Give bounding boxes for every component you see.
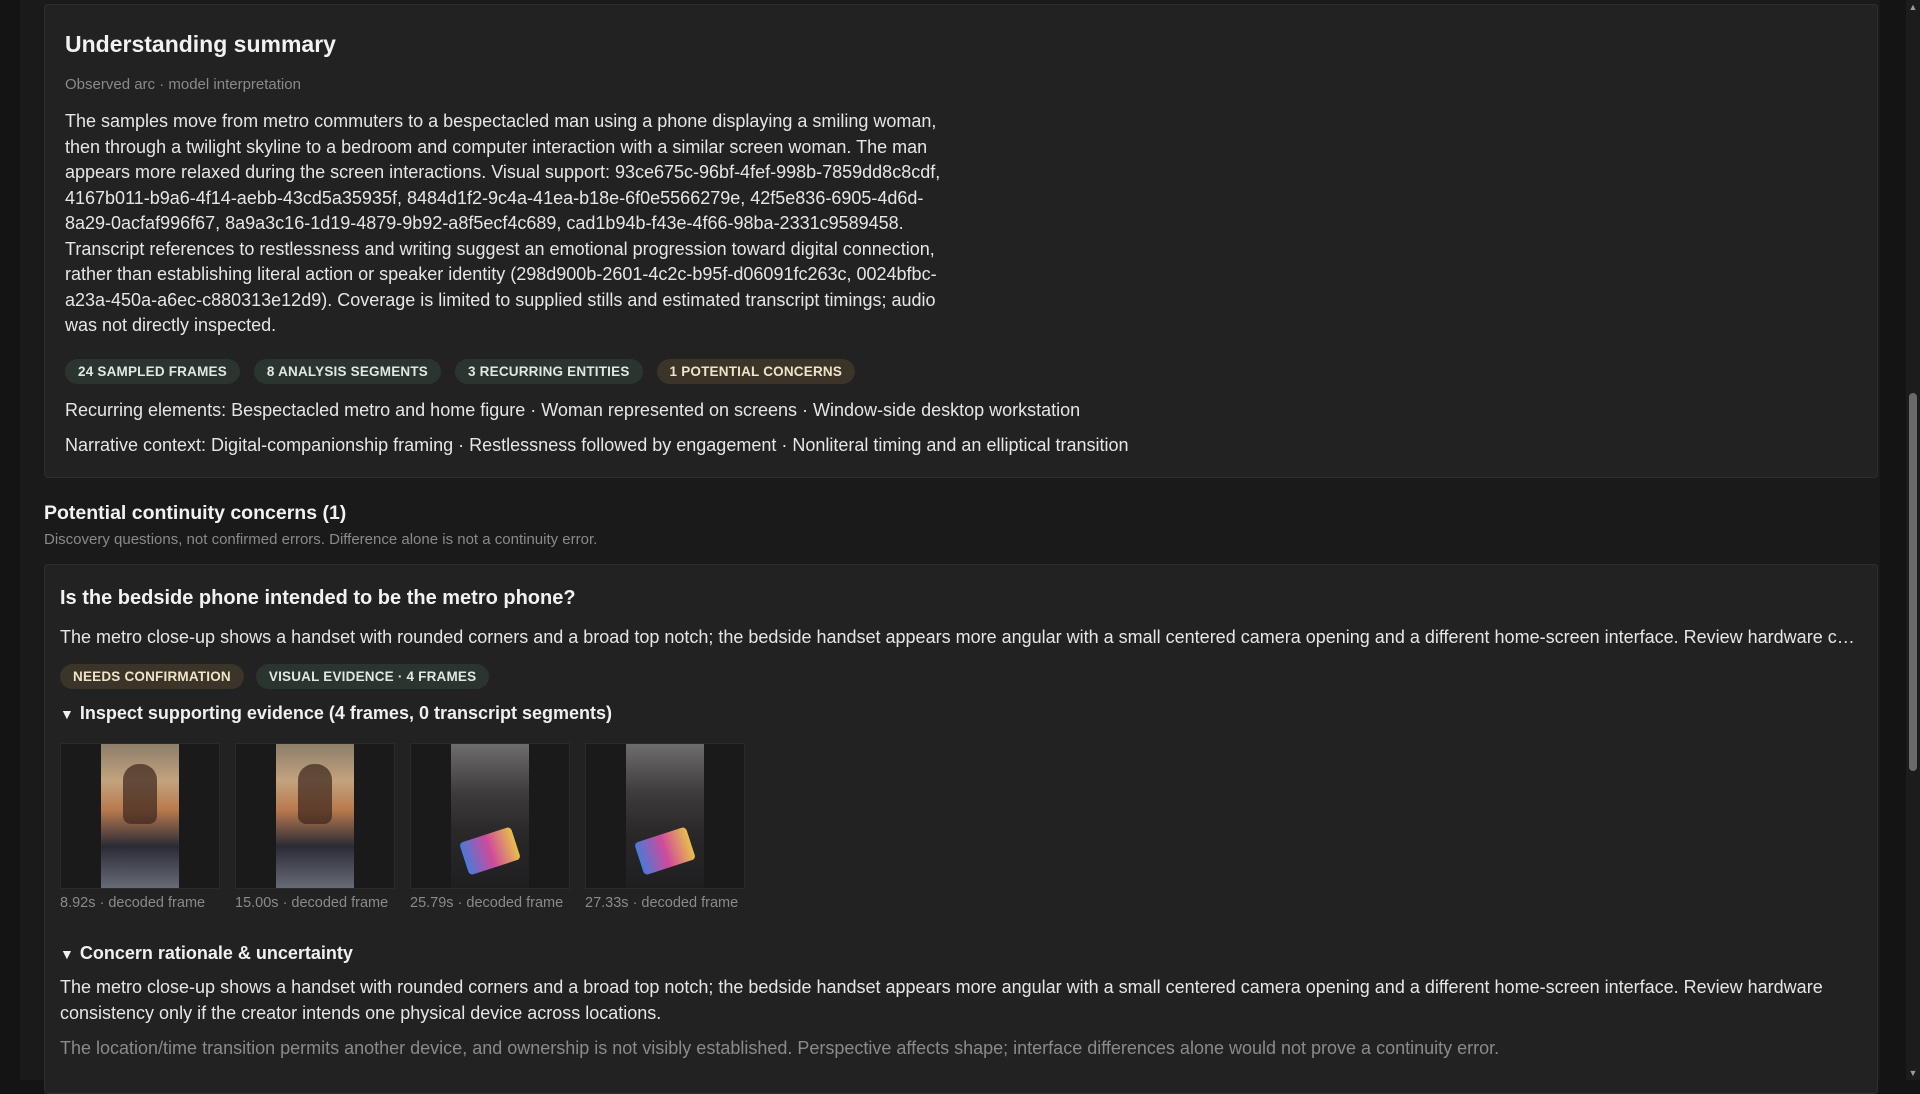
frame-timestamp: 27.33s · decoded frame — [585, 895, 739, 911]
concern-rationale: The metro close-up shows a handset with … — [60, 977, 1823, 1023]
vertical-scrollbar[interactable]: ▲ ▼ — [1906, 0, 1920, 1080]
summary-subtitle: Observed arc · model interpretation — [65, 76, 301, 93]
evidence-frame[interactable]: 15.00s · decoded frame — [235, 743, 395, 911]
concern-question: Is the bedside phone intended to be the … — [60, 587, 576, 609]
summary-title: Understanding summary — [65, 31, 336, 57]
sampled-frames-badge: 24 SAMPLED FRAMES — [65, 358, 240, 384]
recurring-entities-badge: 3 RECURRING ENTITIES — [455, 358, 643, 384]
expanded-triangle-icon: ▼ — [60, 945, 74, 962]
concern-uncertainty: The location/time transition permits ano… — [60, 1038, 1500, 1058]
bedside-scene-image — [451, 744, 529, 888]
bedside-scene-image — [626, 744, 704, 888]
summary-body: The samples move from metro commuters to… — [65, 111, 941, 335]
frame-thumbnail[interactable] — [585, 743, 745, 889]
frame-thumbnail[interactable] — [410, 743, 570, 889]
potential-concerns-badge: 1 POTENTIAL CONCERNS — [656, 358, 856, 384]
analysis-segments-badge: 8 ANALYSIS SEGMENTS — [253, 358, 442, 384]
evidence-frame[interactable]: 8.92s · decoded frame — [60, 743, 220, 911]
evidence-toggle-label: Inspect supporting evidence (4 frames, 0… — [79, 703, 613, 723]
needs-confirmation-badge: NEEDS CONFIRMATION — [60, 664, 244, 689]
page-content: Understanding summary Observed arc · mod… — [20, 0, 1880, 1094]
concerns-header: Potential continuity concerns (1) Discov… — [44, 502, 597, 548]
evidence-frame[interactable]: 27.33s · decoded frame — [585, 743, 745, 911]
understanding-summary-card: Understanding summary Observed arc · mod… — [44, 4, 1878, 478]
recurring-elements: Recurring elements: Bespectacled metro a… — [65, 399, 1081, 420]
visual-evidence-badge: VISUAL EVIDENCE · 4 FRAMES — [255, 664, 490, 689]
evidence-frame[interactable]: 25.79s · decoded frame — [410, 743, 570, 911]
scrollbar-thumb[interactable] — [1909, 393, 1917, 771]
frame-timestamp: 8.92s · decoded frame — [60, 895, 206, 911]
concerns-title: Potential continuity concerns (1) — [44, 502, 347, 524]
concerns-subtitle: Discovery questions, not confirmed error… — [44, 531, 598, 548]
concern-description: The metro close-up shows a handset with … — [60, 627, 1860, 647]
frame-timestamp: 15.00s · decoded frame — [235, 895, 389, 911]
scroll-up-icon[interactable]: ▲ — [1908, 2, 1918, 12]
evidence-toggle[interactable]: ▼ Inspect supporting evidence (4 frames,… — [60, 703, 1862, 724]
evidence-frames: 8.92s · decoded frame 15.00s · decoded f… — [60, 743, 1862, 911]
summary-stats: 24 SAMPLED FRAMES 8 ANALYSIS SEGMENTS 3 … — [65, 358, 1857, 384]
rationale-toggle-label: Concern rationale & uncertainty — [79, 943, 353, 963]
frame-timestamp: 25.79s · decoded frame — [410, 895, 564, 911]
concern-card: Is the bedside phone intended to be the … — [44, 564, 1878, 1094]
metro-scene-image — [276, 744, 354, 888]
concern-badges: NEEDS CONFIRMATION VISUAL EVIDENCE · 4 F… — [60, 664, 1862, 689]
metro-scene-image — [101, 744, 179, 888]
frame-thumbnail[interactable] — [235, 743, 395, 889]
rationale-toggle[interactable]: ▼ Concern rationale & uncertainty — [60, 943, 1862, 964]
scroll-down-icon[interactable]: ▼ — [1908, 1068, 1918, 1078]
narrative-context: Narrative context: Digital-companionship… — [65, 434, 1129, 455]
frame-thumbnail[interactable] — [60, 743, 220, 889]
expanded-triangle-icon: ▼ — [60, 705, 74, 722]
